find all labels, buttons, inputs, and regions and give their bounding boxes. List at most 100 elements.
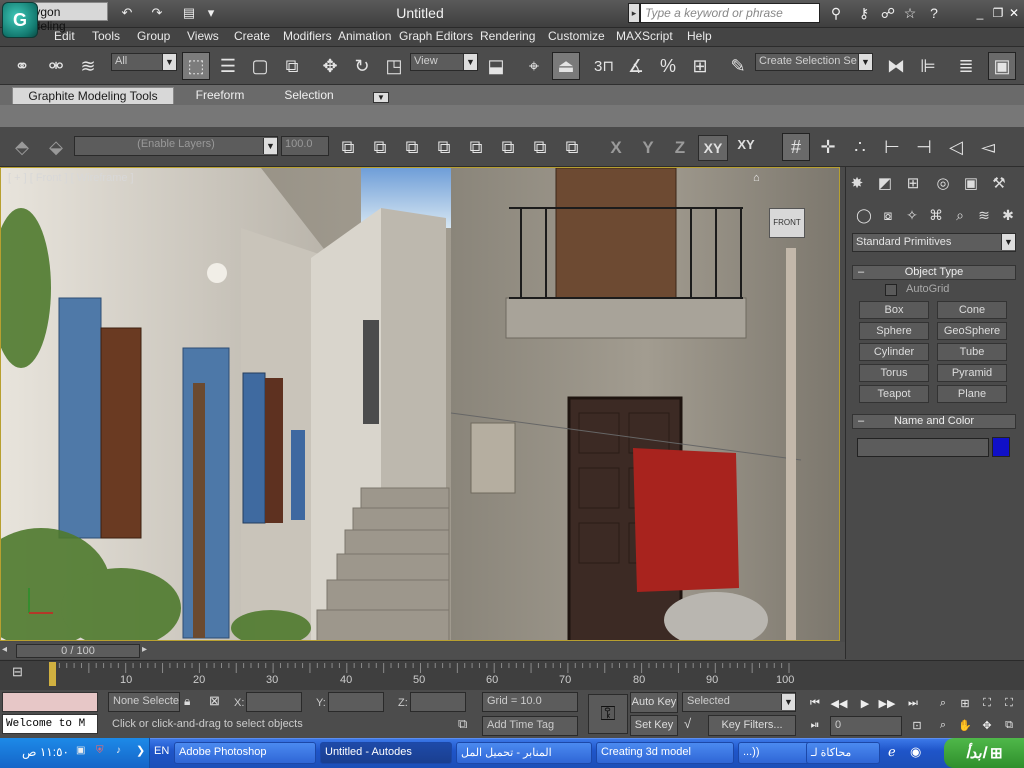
search-input[interactable]: Type a keyword or phrase [640, 3, 820, 23]
mirror-icon[interactable]: ⧓ [882, 52, 910, 80]
time-marker[interactable] [49, 662, 56, 686]
tray-expand-icon[interactable]: ❯ [136, 744, 150, 758]
snap-pivot-icon[interactable]: ◅ [974, 133, 1002, 161]
task-browser-5[interactable]: محاكاة لـ [806, 742, 880, 764]
tube-button[interactable]: Tube [937, 343, 1007, 361]
menu-modifiers[interactable]: Modifiers [281, 29, 334, 45]
plane-button[interactable]: Plane [937, 385, 1007, 403]
time-slider-prev-icon[interactable]: ◂ [2, 644, 14, 658]
zoom-all-icon[interactable]: ⊞ [956, 694, 974, 712]
menu-customize[interactable]: Customize [546, 29, 607, 45]
time-slider-next-icon[interactable]: ▸ [142, 644, 154, 658]
lock-selection-icon[interactable]: 🔒︎ [184, 694, 198, 710]
quick-access-dropdown-icon[interactable]: ▾ [202, 4, 220, 22]
window-crossing-icon[interactable]: ⧉ [278, 52, 306, 80]
display-tab-icon[interactable]: ▣ [960, 172, 982, 194]
set-key-button[interactable]: Set Key [630, 715, 678, 736]
minimize-icon[interactable]: _ [972, 4, 988, 22]
undo-icon[interactable]: ↶ [118, 4, 136, 22]
cameras-category-icon[interactable]: ⌘ [926, 205, 946, 225]
select-manipulate-icon[interactable]: ⌖ [520, 52, 548, 80]
go-to-start-icon[interactable]: ⏮ [806, 694, 824, 712]
menu-group[interactable]: Group [135, 29, 172, 45]
keyboard-shortcut-override-icon[interactable]: ⏏ [552, 52, 580, 80]
selection-filter-dropdown[interactable]: All ▼ [111, 53, 177, 71]
previous-frame-icon[interactable]: ◀◀ [830, 694, 848, 712]
zoom-icon[interactable]: ⌕ [934, 694, 952, 712]
axis-z-button[interactable]: Z [666, 135, 694, 161]
z-coordinate-input[interactable] [410, 692, 466, 712]
percent-snap-icon[interactable]: % [654, 52, 682, 80]
track-bar[interactable] [0, 660, 1024, 690]
task-3ds-max[interactable]: Untitled - Autodes [320, 742, 452, 764]
field-of-view-icon[interactable]: ⌕ [934, 716, 952, 734]
chevron-down-icon[interactable]: ▼ [858, 54, 872, 70]
menu-help[interactable]: Help [685, 29, 714, 45]
menu-maxscript[interactable]: MAXScript [614, 29, 675, 45]
project-folder-icon[interactable]: ▤ [180, 4, 198, 22]
go-to-end-icon[interactable]: ⏭ [904, 694, 922, 712]
snap-midpoint-icon[interactable]: ⊢ [878, 133, 906, 161]
toggle-ribbon-icon[interactable]: ▣ [988, 52, 1016, 80]
chevron-down-icon[interactable]: ▼ [263, 138, 277, 154]
binoculars-search-icon[interactable]: ⚲ [826, 4, 846, 22]
quick-launch-firefox-icon[interactable]: ◉ [910, 744, 926, 760]
mini-curve-editor-icon[interactable]: ⊟ [12, 664, 32, 684]
tab-selection[interactable]: Selection [276, 87, 342, 104]
select-by-name-icon[interactable]: ☰ [214, 52, 242, 80]
tray-security-icon[interactable]: ⛨ [96, 745, 108, 759]
select-and-scale-icon[interactable]: ◳ [380, 52, 408, 80]
close-icon[interactable]: ✕ [1006, 4, 1022, 22]
sphere-button[interactable]: Sphere [859, 322, 929, 340]
select-and-move-icon[interactable]: ✥ [316, 52, 344, 80]
ribbon-layer-tool-5-icon[interactable]: ⧉ [462, 133, 490, 161]
ribbon-tool-2-icon[interactable]: ⬙ [42, 133, 70, 161]
grid-snap-icon[interactable]: # [782, 133, 810, 161]
hierarchy-tab-icon[interactable]: ⊞ [902, 172, 924, 194]
viewcube[interactable]: FRONT [769, 208, 805, 238]
redo-icon[interactable]: ↷ [148, 4, 166, 22]
space-warps-category-icon[interactable]: ≋ [974, 205, 994, 225]
chevron-down-icon[interactable]: ▼ [162, 54, 176, 70]
play-icon[interactable]: ▶ [856, 694, 874, 712]
ribbon-layer-tool-8-icon[interactable]: ⧉ [558, 133, 586, 161]
search-expand-icon[interactable]: ▸ [628, 3, 640, 23]
maxscript-listener-pink[interactable] [2, 692, 98, 712]
x-coordinate-input[interactable] [246, 692, 302, 712]
geosphere-button[interactable]: GeoSphere [937, 322, 1007, 340]
ribbon-tool-1-icon[interactable]: ⬘ [8, 133, 36, 161]
menu-views[interactable]: Views [185, 29, 221, 45]
systems-category-icon[interactable]: ✱ [998, 205, 1018, 225]
favorites-star-icon[interactable]: ☆ [900, 4, 920, 22]
lights-category-icon[interactable]: ✧ [902, 205, 922, 225]
snap-face-icon[interactable]: ◁ [942, 133, 970, 161]
axis-y-button[interactable]: Y [634, 135, 662, 161]
task-adobe-photoshop[interactable]: Adobe Photoshop [174, 742, 316, 764]
menu-tools[interactable]: Tools [90, 29, 122, 45]
modify-tab-icon[interactable]: ◩ [874, 172, 896, 194]
ribbon-layer-tool-2-icon[interactable]: ⧉ [366, 133, 394, 161]
snap-vertex-icon[interactable]: ✛ [814, 133, 842, 161]
motion-tab-icon[interactable]: ◎ [932, 172, 954, 194]
ribbon-layer-tool-3-icon[interactable]: ⧉ [398, 133, 426, 161]
unlink-selection-icon[interactable]: ⚮ [42, 52, 70, 80]
teapot-button[interactable]: Teapot [859, 385, 929, 403]
help-icon[interactable]: ? [924, 4, 944, 22]
restore-icon[interactable]: ❐ [990, 4, 1006, 22]
select-and-rotate-icon[interactable]: ↻ [348, 52, 376, 80]
snap-edge-icon[interactable]: ⊣ [910, 133, 938, 161]
set-key-icon[interactable]: ⚿ [588, 694, 628, 734]
spinner-snap-icon[interactable]: ⊞ [686, 52, 714, 80]
y-coordinate-input[interactable] [328, 692, 384, 712]
rollout-name-and-color[interactable]: – Name and Color [852, 414, 1016, 429]
auto-key-button[interactable]: Auto Key [630, 692, 678, 713]
ribbon-options-icon[interactable]: ▼ [373, 92, 389, 103]
torus-button[interactable]: Torus [859, 364, 929, 382]
cylinder-button[interactable]: Cylinder [859, 343, 929, 361]
chevron-down-icon[interactable]: ▼ [1001, 234, 1015, 250]
orbit-icon[interactable]: ✥ [978, 716, 996, 734]
time-slider-thumb[interactable]: 0 / 100 [16, 644, 140, 658]
ribbon-layer-tool-6-icon[interactable]: ⧉ [494, 133, 522, 161]
pivot-center-icon[interactable]: ⬓ [482, 52, 510, 80]
zoom-extents-icon[interactable]: ⛶ [978, 694, 996, 712]
